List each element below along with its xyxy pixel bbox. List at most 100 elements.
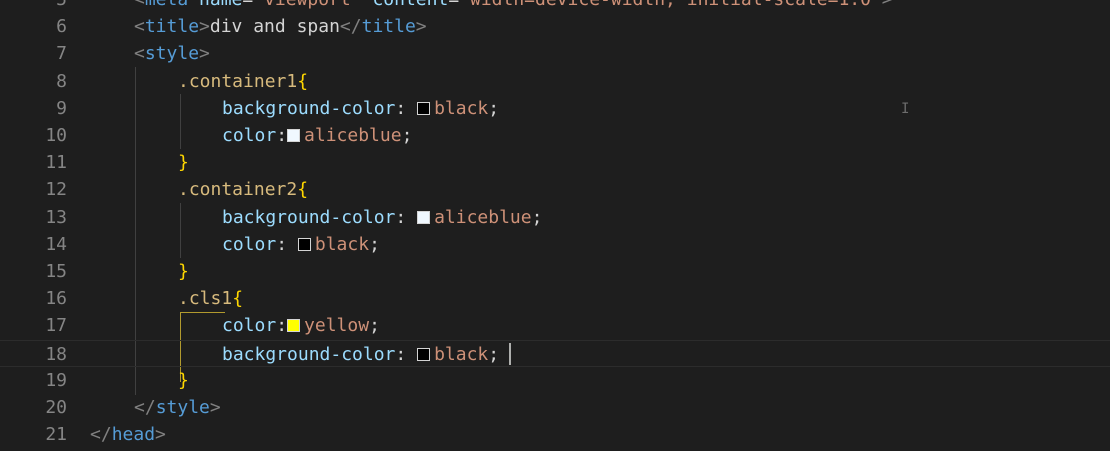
line-number: 19 <box>45 369 67 391</box>
code-token: ; <box>531 206 543 228</box>
code-line[interactable]: 17 color: yellow; <box>0 312 1110 339</box>
code-token: > <box>882 0 893 10</box>
text-cursor-icon: I <box>901 101 910 117</box>
line-number: 12 <box>45 179 67 201</box>
code-token: .container2 <box>178 179 298 201</box>
code-token: : <box>395 97 418 119</box>
code-token: : <box>276 125 288 146</box>
line-number: 10 <box>45 125 67 146</box>
color-swatch[interactable] <box>417 210 431 224</box>
code-line[interactable]: 10 color: aliceblue; <box>0 122 1110 149</box>
line-number: 6 <box>56 16 67 38</box>
code-editor[interactable]: 5<meta name="viewport" content="width=de… <box>0 0 1110 451</box>
line-number: 20 <box>45 397 67 418</box>
line-number: 15 <box>45 261 67 282</box>
code-text: <style> <box>134 40 210 67</box>
line-number: 14 <box>45 233 67 255</box>
code-token: > <box>209 397 221 418</box>
code-text: } <box>178 149 189 176</box>
code-line[interactable]: 20 </style> <box>0 394 1110 421</box>
code-text: background-color: black; <box>222 95 499 122</box>
line-number: 9 <box>56 97 67 119</box>
code-token: meta <box>145 0 188 10</box>
code-token: </ <box>134 397 156 418</box>
code-token: : <box>276 315 288 337</box>
code-token: content <box>362 0 448 10</box>
line-number: 8 <box>56 70 67 92</box>
code-token: } <box>178 369 189 391</box>
line-number: 21 <box>45 424 67 446</box>
code-line[interactable]: 14 color: black; <box>0 231 1110 258</box>
code-token: > <box>199 43 210 65</box>
code-token: black <box>434 343 489 365</box>
code-token: ; <box>369 233 380 255</box>
code-token: "viewport" <box>253 0 361 10</box>
line-number: 17 <box>45 315 67 337</box>
code-token: ; <box>488 343 500 365</box>
code-token: title <box>361 16 416 38</box>
code-token: aliceblue <box>434 206 532 228</box>
code-text: color: black; <box>222 231 380 258</box>
color-swatch[interactable] <box>297 237 311 251</box>
code-token: ; <box>488 97 500 119</box>
code-token: </ <box>90 424 112 446</box>
code-line[interactable]: 13 background-color: aliceblue; <box>0 204 1110 231</box>
code-token: } <box>178 152 189 174</box>
code-token: = <box>242 0 253 10</box>
code-text: .container1{ <box>178 68 308 95</box>
code-token: { <box>297 70 309 92</box>
code-text: <meta name="viewport" content="width=dev… <box>134 0 893 13</box>
code-token: > <box>199 16 210 38</box>
color-swatch[interactable] <box>287 129 301 142</box>
code-token: .cls1 <box>178 288 233 310</box>
code-token: > <box>415 16 427 38</box>
code-line[interactable]: 6 <title>div and span</title> <box>0 13 1110 40</box>
code-line[interactable]: 9 background-color: black; <box>0 95 1110 122</box>
line-number: 11 <box>45 152 67 174</box>
code-line[interactable]: 11} <box>0 149 1110 176</box>
code-token: = <box>448 0 459 10</box>
code-token: yellow <box>304 315 370 337</box>
color-swatch[interactable] <box>417 101 431 115</box>
code-token: < <box>134 0 145 10</box>
code-text: </head> <box>90 421 166 448</box>
code-line[interactable]: 16 .cls1{ <box>0 285 1110 312</box>
line-number: 7 <box>56 43 67 65</box>
code-token: title <box>144 16 200 38</box>
code-token: aliceblue <box>304 125 402 146</box>
code-line[interactable]: 7 <style> <box>0 40 1110 67</box>
code-token: name <box>188 0 242 10</box>
code-token: background-color <box>222 206 396 228</box>
code-line[interactable]: 15} <box>0 258 1110 285</box>
code-token: : <box>276 233 298 255</box>
code-token: .container1 <box>178 70 298 92</box>
code-text: </style> <box>134 394 221 421</box>
color-swatch[interactable] <box>287 319 301 333</box>
code-line[interactable]: 19} <box>0 367 1110 394</box>
code-token: color <box>222 315 277 337</box>
line-number: 5 <box>0 0 67 13</box>
code-line[interactable]: 12 .container2{ <box>0 176 1110 203</box>
line-number: 13 <box>45 206 67 228</box>
code-token: "width=device-width, initial-scale=1.0" <box>459 0 882 10</box>
code-text: background-color: aliceblue; <box>222 204 542 231</box>
code-text: color: aliceblue; <box>222 122 412 149</box>
code-line[interactable]: 21 </head> <box>0 421 1110 448</box>
code-token: : <box>395 206 418 228</box>
code-token: background-color <box>222 343 396 365</box>
line-number: 16 <box>45 288 67 310</box>
code-token: < <box>134 16 145 38</box>
code-text: } <box>178 367 189 394</box>
code-token: { <box>232 288 244 310</box>
code-line[interactable]: 5<meta name="viewport" content="width=de… <box>0 0 1110 13</box>
code-line[interactable]: 18 background-color: black; <box>0 339 1110 367</box>
code-token: background-color <box>222 97 396 119</box>
line-number: 18 <box>45 343 67 365</box>
code-token: </ <box>339 16 362 38</box>
code-line[interactable]: 8 .container1{ <box>0 68 1110 95</box>
code-token: black <box>434 97 489 119</box>
color-swatch[interactable] <box>417 347 431 361</box>
code-text: color: yellow; <box>222 312 380 339</box>
code-token: style <box>155 397 210 418</box>
code-token: ; <box>401 125 413 146</box>
